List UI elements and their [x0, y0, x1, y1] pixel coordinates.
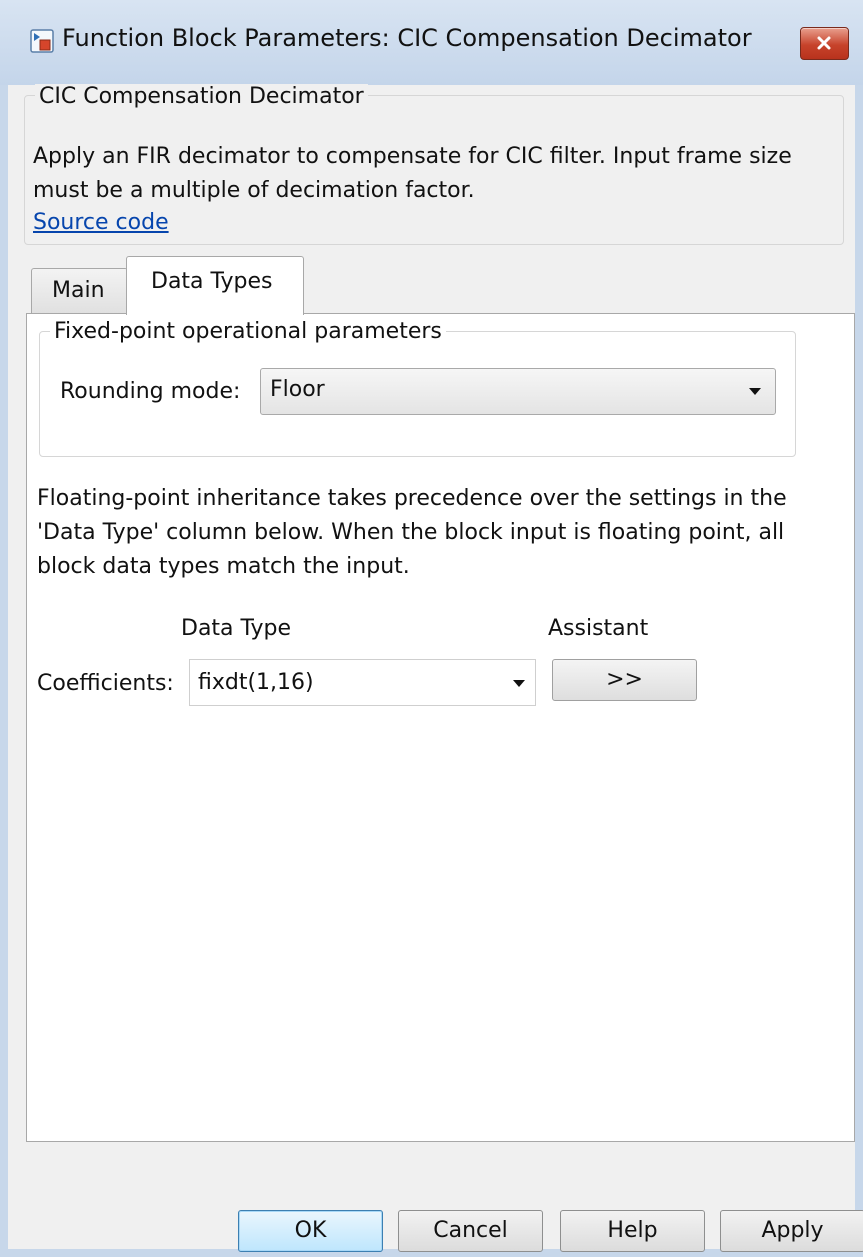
close-button[interactable] — [800, 27, 849, 60]
cancel-button[interactable]: Cancel — [398, 1210, 543, 1252]
tab-data-types-label: Data Types — [151, 269, 273, 294]
window-title: Function Block Parameters: CIC Compensat… — [62, 24, 752, 52]
simulink-block-icon — [30, 29, 54, 53]
chevron-down-icon — [513, 680, 525, 687]
coefficients-label: Coefficients: — [37, 671, 174, 696]
ok-button[interactable]: OK — [238, 1210, 383, 1252]
data-type-column-header: Data Type — [181, 616, 292, 641]
source-code-link[interactable]: Source code — [33, 210, 169, 235]
description-group: CIC Compensation Decimator Apply an FIR … — [24, 84, 844, 245]
description-text: Apply an FIR decimator to compensate for… — [33, 144, 792, 203]
title-bar[interactable]: Function Block Parameters: CIC Compensat… — [0, 0, 863, 85]
coefficients-data-type-combobox[interactable]: fixdt(1,16) — [189, 659, 536, 706]
fixed-point-group-title: Fixed-point operational parameters — [50, 319, 446, 344]
tab-main-label: Main — [52, 278, 105, 303]
description-group-title: CIC Compensation Decimator — [35, 84, 368, 109]
assistant-column-header: Assistant — [548, 616, 649, 641]
dialog-client-area: CIC Compensation Decimator Apply an FIR … — [8, 84, 863, 1252]
tab-panel-data-types: Fixed-point operational parameters Round… — [26, 313, 855, 1142]
tab-data-types[interactable]: Data Types — [126, 256, 304, 315]
apply-button[interactable]: Apply — [720, 1210, 863, 1252]
rounding-mode-value: Floor — [270, 377, 325, 402]
dialog-window: Function Block Parameters: CIC Compensat… — [0, 0, 863, 1257]
help-button[interactable]: Help — [560, 1210, 705, 1252]
fixed-point-group: Fixed-point operational parameters Round… — [39, 319, 796, 457]
coefficients-data-type-value: fixdt(1,16) — [198, 670, 314, 695]
chevron-down-icon — [749, 388, 761, 395]
data-type-assistant-button[interactable]: >> — [552, 659, 697, 701]
close-icon — [817, 36, 831, 50]
inheritance-info-text: Floating-point inheritance takes precede… — [37, 486, 787, 579]
rounding-mode-dropdown[interactable]: Floor — [260, 368, 776, 415]
rounding-mode-label: Rounding mode: — [60, 379, 241, 404]
tab-main[interactable]: Main — [31, 268, 128, 314]
